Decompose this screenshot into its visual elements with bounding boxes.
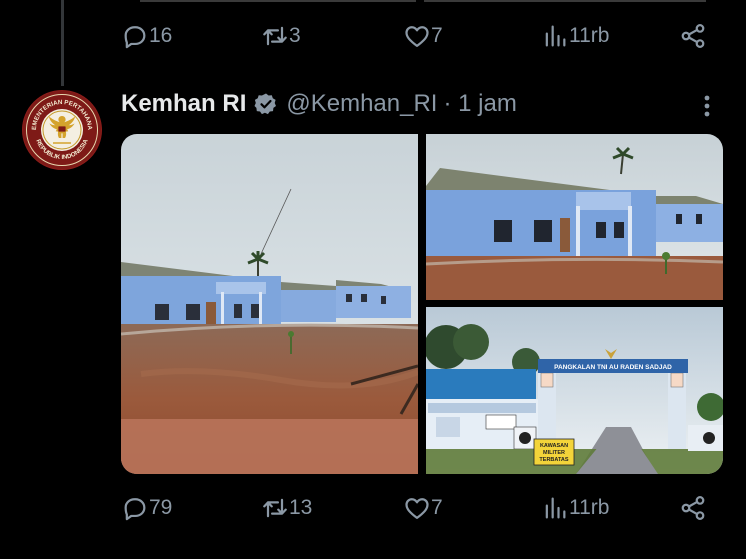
share-button[interactable]: [679, 494, 707, 522]
gate-sign: PANGKALAN TNI AU RADEN SADJAD: [554, 364, 672, 371]
verified-badge-icon: [254, 93, 277, 115]
repost-icon: [263, 26, 287, 46]
like-count: 7: [431, 24, 443, 47]
repost-icon: [263, 498, 287, 518]
views-button[interactable]: 11rb: [541, 494, 609, 522]
reply-count: 16: [149, 24, 173, 47]
warning-board-bot: TERBATAS: [539, 457, 568, 463]
repost-button[interactable]: 3: [261, 22, 301, 50]
views-icon: [545, 497, 566, 519]
reply-button[interactable]: 79: [121, 494, 172, 522]
reply-icon: [124, 26, 146, 49]
share-button[interactable]: [679, 22, 707, 50]
thread-line: [61, 0, 64, 86]
like-button[interactable]: 7: [403, 22, 443, 50]
views-icon: [545, 25, 566, 47]
tweet-timestamp[interactable]: · 1 jam: [443, 90, 516, 118]
like-button[interactable]: 7: [403, 494, 443, 522]
media-photo-3[interactable]: PANGKALAN TNI AU RADEN SADJAD KAWASAN MI…: [426, 307, 723, 474]
author-handle[interactable]: @Kemhan_RI: [286, 90, 437, 118]
previous-media-edge: [140, 0, 706, 2]
warning-board-mid: MILITER: [543, 450, 565, 456]
views-count: 11rb: [569, 24, 610, 47]
warning-board-top: KAWASAN: [540, 443, 568, 449]
like-count: 7: [431, 496, 443, 519]
author-name[interactable]: Kemhan RI: [121, 90, 246, 118]
media-photo-2[interactable]: [426, 134, 723, 300]
repost-button[interactable]: 13: [261, 494, 312, 522]
repost-count: 13: [289, 496, 313, 519]
media-photo-1[interactable]: [121, 134, 418, 474]
kemhan-logo: KEMENTERIAN PERTAHANAN REPUBLIK INDONESI…: [22, 90, 101, 169]
prev-tweet-actions: 16 3 7 11rb: [121, 16, 711, 56]
tweet-header: Kemhan RI @Kemhan_RI · 1 jam: [121, 86, 517, 122]
more-icon[interactable]: [697, 92, 717, 122]
share-icon: [681, 24, 705, 48]
share-icon: [681, 496, 705, 520]
author-avatar[interactable]: KEMENTERIAN PERTAHANAN REPUBLIK INDONESI…: [22, 90, 102, 170]
reply-icon: [124, 498, 146, 521]
like-icon: [405, 498, 429, 520]
tweet-media-grid: PANGKALAN TNI AU RADEN SADJAD KAWASAN MI…: [121, 134, 723, 474]
reply-count: 79: [149, 496, 173, 519]
reply-button[interactable]: 16: [121, 22, 172, 50]
views-button[interactable]: 11rb: [541, 22, 609, 50]
repost-count: 3: [289, 24, 301, 47]
tweet-actions: 79 13 7 11rb: [121, 488, 711, 528]
like-icon: [405, 26, 429, 48]
views-count: 11rb: [569, 496, 610, 519]
